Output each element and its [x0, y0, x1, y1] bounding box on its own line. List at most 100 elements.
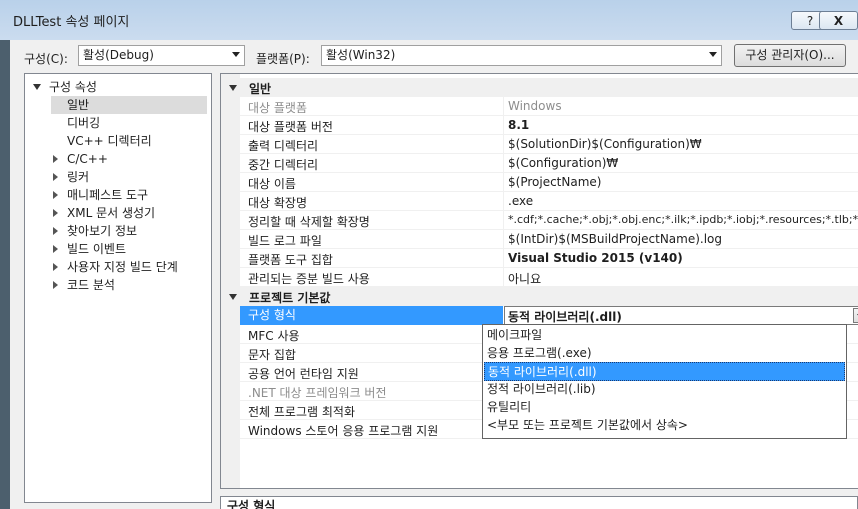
- platform-combo-value: 활성(Win32): [326, 48, 396, 62]
- collapse-arrow-icon[interactable]: [229, 85, 237, 91]
- property-row[interactable]: 정리할 때 삭제할 확장명 *.cdf;*.cache;*.obj;*.obj.…: [240, 211, 858, 230]
- property-row[interactable]: 플랫폼 도구 집합 Visual Studio 2015 (v140): [240, 249, 858, 268]
- dropdown-option-dynamic-library[interactable]: 동적 라이브러리(.dll): [484, 362, 845, 381]
- property-name: 전체 프로그램 최적화: [248, 405, 355, 419]
- expand-arrow-icon[interactable]: [53, 173, 58, 181]
- dropdown-option-application[interactable]: 응용 프로그램(.exe): [484, 344, 845, 363]
- expand-arrow-icon[interactable]: [53, 191, 58, 199]
- property-value: $(IntDir)$(MSBuildProjectName).log: [508, 232, 723, 246]
- category-general[interactable]: 일반: [221, 78, 858, 97]
- column-separator: [503, 192, 504, 211]
- config-combo[interactable]: 활성(Debug): [78, 45, 245, 66]
- column-separator: [503, 154, 504, 173]
- property-row-config-type[interactable]: 구성 형식 동적 라이브러리(.dll): [240, 306, 858, 325]
- property-name: .NET 대상 프레임워크 버전: [248, 386, 387, 400]
- column-separator: [503, 268, 504, 287]
- window-title: DLLTest 속성 페이지: [13, 15, 130, 30]
- category-title: 일반: [249, 82, 272, 96]
- property-value: 아니요: [508, 272, 542, 286]
- tree-item-label: 사용자 지정 빌드 단계: [67, 260, 178, 274]
- chevron-down-icon: [232, 52, 240, 57]
- property-row[interactable]: 대상 이름 $(ProjectName): [240, 173, 858, 192]
- platform-combo[interactable]: 활성(Win32): [321, 45, 722, 66]
- tree-item-general[interactable]: 일반: [51, 96, 207, 114]
- tree-item-label: C/C++: [67, 152, 108, 166]
- expand-arrow-icon[interactable]: [53, 155, 58, 163]
- property-name: 대상 이름: [248, 177, 296, 191]
- dropdown-option-inherit[interactable]: <부모 또는 프로젝트 기본값에서 상속>: [484, 416, 845, 435]
- tree-item-label: 빌드 이벤트: [67, 242, 127, 256]
- property-name: 대상 플랫폼 버전: [248, 120, 333, 134]
- tree-item-label: 코드 분석: [67, 278, 115, 292]
- property-row[interactable]: 대상 확장명 .exe: [240, 192, 858, 211]
- property-row[interactable]: 대상 플랫폼 Windows: [240, 97, 858, 116]
- config-type-dropdown-list[interactable]: 메이크파일 응용 프로그램(.exe) 동적 라이브러리(.dll) 정적 라이…: [482, 324, 847, 439]
- tree-item-label: 디버깅: [67, 116, 101, 130]
- expand-arrow-icon[interactable]: [53, 263, 58, 271]
- chevron-down-icon: [709, 52, 717, 57]
- property-name: 중간 디렉터리: [248, 158, 319, 172]
- config-manager-button[interactable]: 구성 관리자(O)...: [734, 44, 846, 67]
- dropdown-button[interactable]: [853, 308, 858, 323]
- column-separator: [503, 173, 504, 192]
- property-value: Visual Studio 2015 (v140): [508, 251, 683, 265]
- dropdown-option-makefile[interactable]: 메이크파일: [484, 326, 845, 345]
- tree-item-label: 찾아보기 정보: [67, 224, 138, 238]
- column-separator: [503, 249, 504, 268]
- expand-arrow-icon[interactable]: [53, 245, 58, 253]
- dropdown-option-static-library[interactable]: 정적 라이브러리(.lib): [484, 380, 845, 399]
- property-value: *.cdf;*.cache;*.obj;*.obj.enc;*.ilk;*.ip…: [508, 213, 858, 226]
- tree-item-label: XML 문서 생성기: [67, 206, 156, 220]
- property-row[interactable]: 관리되는 증분 빌드 사용 아니요: [240, 268, 858, 287]
- description-title: 구성 형식: [227, 499, 276, 509]
- category-project-defaults[interactable]: 프로젝트 기본값: [221, 287, 858, 306]
- column-separator: [503, 135, 504, 154]
- property-row[interactable]: 출력 디렉터리 $(SolutionDir)$(Configuration)₩: [240, 135, 858, 154]
- property-name: 플랫폼 도구 집합: [248, 253, 333, 267]
- column-separator: [503, 230, 504, 249]
- property-name: 정리할 때 삭제할 확장명: [248, 215, 370, 229]
- collapse-arrow-icon[interactable]: [229, 294, 237, 300]
- window-left-edge: [0, 40, 10, 509]
- tree-item-label: 매니페스트 도구: [67, 188, 149, 202]
- property-row[interactable]: 대상 플랫폼 버전 8.1: [240, 116, 858, 135]
- property-value: Windows: [508, 99, 562, 113]
- expand-arrow-icon[interactable]: [53, 281, 58, 289]
- property-name: 공용 언어 런타임 지원: [248, 367, 359, 381]
- property-value: .exe: [508, 194, 534, 208]
- config-tree[interactable]: 구성 속성 일반 디버깅 VC++ 디렉터리 C/C++ 링커 매니페스트 도구…: [24, 73, 212, 503]
- grid-gutter: [221, 74, 240, 488]
- tree-item-label: 링커: [67, 170, 90, 184]
- category-title: 프로젝트 기본값: [249, 291, 331, 305]
- property-value: $(Configuration)₩: [508, 156, 619, 170]
- property-value: $(ProjectName): [508, 175, 602, 189]
- property-value: $(SolutionDir)$(Configuration)₩: [508, 137, 702, 151]
- property-name: 대상 플랫폼: [248, 101, 308, 115]
- config-type-combo[interactable]: 동적 라이브러리(.dll): [504, 306, 858, 325]
- property-value: 8.1: [508, 118, 530, 132]
- expand-arrow-icon[interactable]: [33, 84, 41, 90]
- platform-label: 플랫폼(P):: [256, 52, 310, 66]
- dropdown-option-utility[interactable]: 유틸리티: [484, 398, 845, 417]
- tree-item-label: VC++ 디렉터리: [67, 134, 152, 148]
- property-name: Windows 스토어 응용 프로그램 지원: [248, 424, 439, 438]
- property-name: 빌드 로그 파일: [248, 234, 322, 248]
- close-button[interactable]: X: [819, 11, 858, 30]
- column-separator: [503, 211, 504, 230]
- property-name: MFC 사용: [248, 329, 300, 343]
- expand-arrow-icon[interactable]: [53, 227, 58, 235]
- column-separator: [503, 116, 504, 135]
- config-combo-value: 활성(Debug): [83, 48, 154, 62]
- property-value: 동적 라이브러리(.dll): [508, 310, 622, 324]
- property-row[interactable]: 빌드 로그 파일 $(IntDir)$(MSBuildProjectName).…: [240, 230, 858, 249]
- expand-arrow-icon[interactable]: [53, 209, 58, 217]
- title-bar[interactable]: DLLTest 속성 페이지 ? X: [0, 0, 858, 40]
- property-name: 대상 확장명: [248, 196, 308, 210]
- config-label: 구성(C):: [24, 52, 68, 66]
- property-name: 구성 형식: [240, 306, 503, 325]
- property-pages-window: DLLTest 속성 페이지 ? X 구성(C): 활성(Debug) 플랫폼(…: [0, 0, 858, 509]
- tree-item-label: 일반: [67, 98, 90, 112]
- description-pane: 구성 형식: [220, 496, 858, 509]
- property-row[interactable]: 중간 디렉터리 $(Configuration)₩: [240, 154, 858, 173]
- property-name: 관리되는 증분 빌드 사용: [248, 272, 370, 286]
